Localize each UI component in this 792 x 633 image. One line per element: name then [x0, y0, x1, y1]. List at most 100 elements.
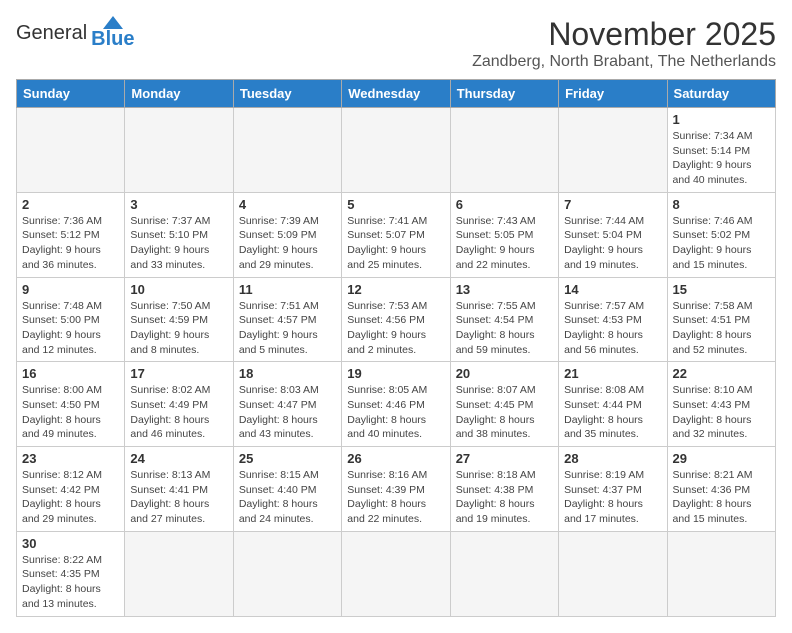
day-info: Sunrise: 8:07 AM Sunset: 4:45 PM Dayligh…	[456, 383, 553, 442]
day-number: 17	[130, 366, 227, 381]
calendar-cell	[17, 108, 125, 193]
day-info: Sunrise: 8:16 AM Sunset: 4:39 PM Dayligh…	[347, 468, 444, 527]
day-number: 15	[673, 282, 770, 297]
day-number: 21	[564, 366, 661, 381]
logo: General Blue	[16, 16, 135, 51]
day-number: 3	[130, 197, 227, 212]
calendar-cell	[559, 531, 667, 616]
day-info: Sunrise: 8:08 AM Sunset: 4:44 PM Dayligh…	[564, 383, 661, 442]
calendar-cell: 14 Sunrise: 7:57 AM Sunset: 4:53 PM Dayli…	[559, 277, 667, 362]
calendar-cell: 8 Sunrise: 7:46 AM Sunset: 5:02 PM Daylig…	[667, 192, 775, 277]
calendar-cell: 16 Sunrise: 8:00 AM Sunset: 4:50 PM Dayli…	[17, 362, 125, 447]
calendar-cell	[450, 531, 558, 616]
day-number: 11	[239, 282, 336, 297]
day-number: 16	[22, 366, 119, 381]
calendar-cell	[125, 108, 233, 193]
calendar-cell: 1 Sunrise: 7:34 AM Sunset: 5:14 PM Daylig…	[667, 108, 775, 193]
calendar-header-friday: Friday	[559, 80, 667, 108]
day-number: 10	[130, 282, 227, 297]
calendar-cell: 13 Sunrise: 7:55 AM Sunset: 4:54 PM Dayli…	[450, 277, 558, 362]
calendar-cell: 24Sunrise: 8:13 AM Sunset: 4:41 PM Dayli…	[125, 447, 233, 532]
day-number: 23	[22, 451, 119, 466]
day-number: 18	[239, 366, 336, 381]
calendar-cell: 20Sunrise: 8:07 AM Sunset: 4:45 PM Dayli…	[450, 362, 558, 447]
day-number: 1	[673, 112, 770, 127]
calendar-cell	[450, 108, 558, 193]
day-info: Sunrise: 7:41 AM Sunset: 5:07 PM Dayligh…	[347, 214, 444, 273]
day-info: Sunrise: 7:34 AM Sunset: 5:14 PM Dayligh…	[673, 129, 770, 188]
calendar-cell: 2 Sunrise: 7:36 AM Sunset: 5:12 PM Daylig…	[17, 192, 125, 277]
calendar-cell: 22 Sunrise: 8:10 AM Sunset: 4:43 PM Dayli…	[667, 362, 775, 447]
day-number: 30	[22, 536, 119, 551]
day-number: 8	[673, 197, 770, 212]
calendar-header-saturday: Saturday	[667, 80, 775, 108]
calendar-cell: 6 Sunrise: 7:43 AM Sunset: 5:05 PM Daylig…	[450, 192, 558, 277]
day-info: Sunrise: 8:00 AM Sunset: 4:50 PM Dayligh…	[22, 383, 119, 442]
day-info: Sunrise: 7:37 AM Sunset: 5:10 PM Dayligh…	[130, 214, 227, 273]
day-number: 6	[456, 197, 553, 212]
calendar-cell: 21 Sunrise: 8:08 AM Sunset: 4:44 PM Dayli…	[559, 362, 667, 447]
calendar-header-tuesday: Tuesday	[233, 80, 341, 108]
calendar-cell: 7 Sunrise: 7:44 AM Sunset: 5:04 PM Daylig…	[559, 192, 667, 277]
calendar-cell: 17 Sunrise: 8:02 AM Sunset: 4:49 PM Dayli…	[125, 362, 233, 447]
calendar-cell: 29Sunrise: 8:21 AM Sunset: 4:36 PM Dayli…	[667, 447, 775, 532]
day-number: 24	[130, 451, 227, 466]
day-info: Sunrise: 8:18 AM Sunset: 4:38 PM Dayligh…	[456, 468, 553, 527]
calendar-cell: 5Sunrise: 7:41 AM Sunset: 5:07 PM Daylig…	[342, 192, 450, 277]
calendar-table: SundayMondayTuesdayWednesdayThursdayFrid…	[16, 79, 776, 617]
header: General Blue November 2025 Zandberg, Nor…	[16, 16, 776, 71]
day-number: 25	[239, 451, 336, 466]
day-info: Sunrise: 8:03 AM Sunset: 4:47 PM Dayligh…	[239, 383, 336, 442]
calendar-header-sunday: Sunday	[17, 80, 125, 108]
calendar-header-wednesday: Wednesday	[342, 80, 450, 108]
day-info: Sunrise: 7:43 AM Sunset: 5:05 PM Dayligh…	[456, 214, 553, 273]
logo-blue-text: Blue	[91, 28, 134, 51]
day-info: Sunrise: 7:44 AM Sunset: 5:04 PM Dayligh…	[564, 214, 661, 273]
day-info: Sunrise: 8:19 AM Sunset: 4:37 PM Dayligh…	[564, 468, 661, 527]
calendar-header-row: SundayMondayTuesdayWednesdayThursdayFrid…	[17, 80, 776, 108]
day-number: 4	[239, 197, 336, 212]
day-number: 13	[456, 282, 553, 297]
calendar-cell: 23 Sunrise: 8:12 AM Sunset: 4:42 PM Dayli…	[17, 447, 125, 532]
day-info: Sunrise: 7:46 AM Sunset: 5:02 PM Dayligh…	[673, 214, 770, 273]
calendar-cell: 28Sunrise: 8:19 AM Sunset: 4:37 PM Dayli…	[559, 447, 667, 532]
day-info: Sunrise: 7:36 AM Sunset: 5:12 PM Dayligh…	[22, 214, 119, 273]
day-info: Sunrise: 7:51 AM Sunset: 4:57 PM Dayligh…	[239, 299, 336, 358]
day-info: Sunrise: 8:02 AM Sunset: 4:49 PM Dayligh…	[130, 383, 227, 442]
calendar-cell: 9 Sunrise: 7:48 AM Sunset: 5:00 PM Daylig…	[17, 277, 125, 362]
day-info: Sunrise: 7:57 AM Sunset: 4:53 PM Dayligh…	[564, 299, 661, 358]
day-number: 14	[564, 282, 661, 297]
day-info: Sunrise: 8:10 AM Sunset: 4:43 PM Dayligh…	[673, 383, 770, 442]
calendar-cell: 15 Sunrise: 7:58 AM Sunset: 4:51 PM Dayli…	[667, 277, 775, 362]
day-info: Sunrise: 8:22 AM Sunset: 4:35 PM Dayligh…	[22, 553, 119, 612]
day-number: 29	[673, 451, 770, 466]
calendar-cell: 26 Sunrise: 8:16 AM Sunset: 4:39 PM Dayli…	[342, 447, 450, 532]
calendar-header-thursday: Thursday	[450, 80, 558, 108]
day-info: Sunrise: 8:15 AM Sunset: 4:40 PM Dayligh…	[239, 468, 336, 527]
day-info: Sunrise: 8:05 AM Sunset: 4:46 PM Dayligh…	[347, 383, 444, 442]
calendar-cell	[667, 531, 775, 616]
day-info: Sunrise: 7:39 AM Sunset: 5:09 PM Dayligh…	[239, 214, 336, 273]
calendar-header-monday: Monday	[125, 80, 233, 108]
day-info: Sunrise: 8:12 AM Sunset: 4:42 PM Dayligh…	[22, 468, 119, 527]
day-info: Sunrise: 7:58 AM Sunset: 4:51 PM Dayligh…	[673, 299, 770, 358]
calendar-cell	[233, 531, 341, 616]
location-title: Zandberg, North Brabant, The Netherlands	[472, 53, 776, 71]
day-number: 12	[347, 282, 444, 297]
day-info: Sunrise: 7:50 AM Sunset: 4:59 PM Dayligh…	[130, 299, 227, 358]
calendar-cell: 18 Sunrise: 8:03 AM Sunset: 4:47 PM Dayli…	[233, 362, 341, 447]
calendar-cell: 12 Sunrise: 7:53 AM Sunset: 4:56 PM Dayli…	[342, 277, 450, 362]
calendar-cell: 11 Sunrise: 7:51 AM Sunset: 4:57 PM Dayli…	[233, 277, 341, 362]
calendar-cell: 19 Sunrise: 8:05 AM Sunset: 4:46 PM Dayli…	[342, 362, 450, 447]
day-number: 2	[22, 197, 119, 212]
day-info: Sunrise: 7:53 AM Sunset: 4:56 PM Dayligh…	[347, 299, 444, 358]
calendar-cell: 10 Sunrise: 7:50 AM Sunset: 4:59 PM Dayli…	[125, 277, 233, 362]
day-number: 22	[673, 366, 770, 381]
day-number: 26	[347, 451, 444, 466]
day-number: 19	[347, 366, 444, 381]
day-number: 7	[564, 197, 661, 212]
logo-general-text: General	[16, 22, 87, 45]
day-info: Sunrise: 7:55 AM Sunset: 4:54 PM Dayligh…	[456, 299, 553, 358]
day-number: 9	[22, 282, 119, 297]
day-info: Sunrise: 7:48 AM Sunset: 5:00 PM Dayligh…	[22, 299, 119, 358]
